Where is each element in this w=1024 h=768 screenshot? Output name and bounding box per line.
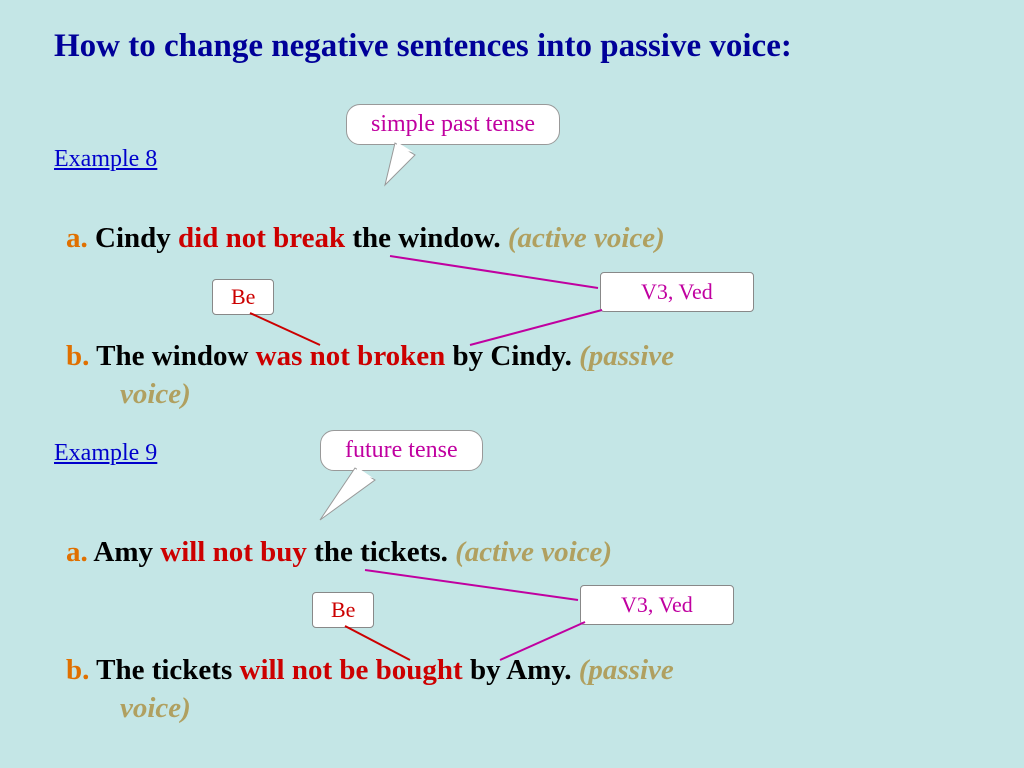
ex9-b-subj: The tickets <box>89 654 239 686</box>
ex8-b-voice1: (passive <box>579 340 674 372</box>
ex8-b-verb: was not broken <box>256 340 446 372</box>
ex8-b-voice2: voice) <box>120 378 191 410</box>
ex8-a-subj: Cindy <box>88 222 178 254</box>
ex8-v3-box: V3, Ved <box>600 272 754 312</box>
ex9-passive-sentence: b. The tickets will not be bought by Amy… <box>66 654 674 687</box>
ex9-b-prefix: b. <box>66 654 89 686</box>
ex8-b-subj: The window <box>89 340 255 372</box>
ex8-a-verb: did not break <box>178 222 345 254</box>
ex9-b-voice1: (passive <box>579 654 674 686</box>
ex8-a-voice: (active voice) <box>508 222 665 254</box>
ex9-b-by: by Amy. <box>463 654 579 686</box>
ex9-v3-box: V3, Ved <box>580 585 734 625</box>
slide-title: How to change negative sentences into pa… <box>54 28 792 65</box>
example-8-label: Example 8 <box>54 146 157 173</box>
callout-future-tense: future tense <box>320 430 483 471</box>
example-9-label: Example 9 <box>54 440 157 467</box>
ex9-be-box: Be <box>312 592 374 628</box>
ex9-a-voice: (active voice) <box>455 536 612 568</box>
ex8-a-obj: the window. <box>345 222 508 254</box>
ex9-a-prefix: a. <box>66 536 88 568</box>
ex9-a-obj: the tickets. <box>307 536 455 568</box>
ex8-passive-sentence: b. The window was not broken by Cindy. (… <box>66 340 674 373</box>
ex9-passive-voice-wrap: voice) <box>120 692 191 725</box>
ex8-passive-voice-wrap: voice) <box>120 378 191 411</box>
ex9-b-verb: will not be bought <box>240 654 463 686</box>
ex8-a-prefix: a. <box>66 222 88 254</box>
ex9-active-sentence: a. Amy will not buy the tickets. (active… <box>66 536 612 569</box>
ex8-be-box: Be <box>212 279 274 315</box>
slide: How to change negative sentences into pa… <box>0 0 1024 768</box>
ex9-a-subj: Amy <box>88 536 161 568</box>
ex9-a-verb: will not buy <box>160 536 307 568</box>
ex8-b-prefix: b. <box>66 340 89 372</box>
ex9-b-voice2: voice) <box>120 692 191 724</box>
callout-past-tense: simple past tense <box>346 104 560 145</box>
ex8-b-by: by Cindy. <box>445 340 579 372</box>
ex8-active-sentence: a. Cindy did not break the window. (acti… <box>66 222 665 255</box>
